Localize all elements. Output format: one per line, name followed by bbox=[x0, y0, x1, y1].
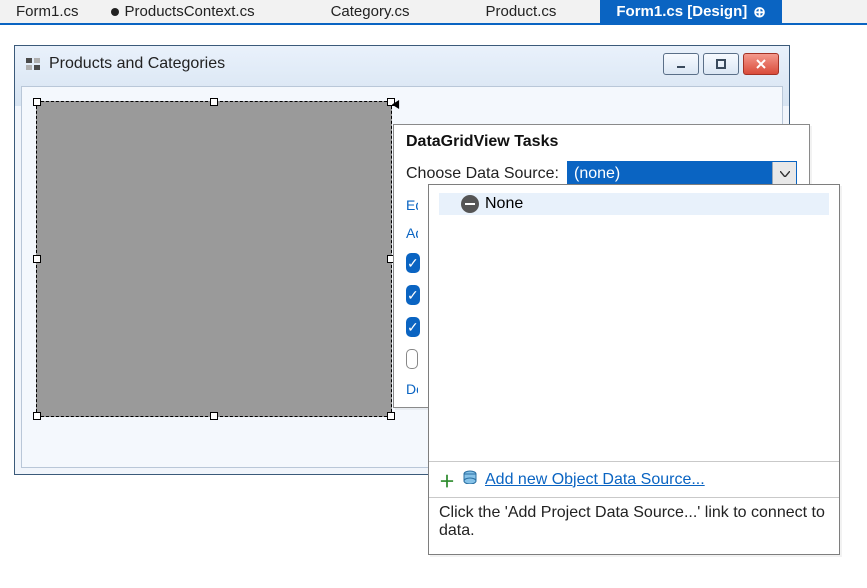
plus-icon: ＋ bbox=[439, 472, 455, 488]
enable-deleting-checkbox[interactable] bbox=[406, 317, 420, 337]
tasks-panel-header: DataGridView Tasks bbox=[394, 125, 809, 157]
tab-form1-cs[interactable]: Form1.cs bbox=[0, 0, 95, 23]
datasource-dropdown-popup: None ＋ Add new Object Data Source... Cli… bbox=[428, 184, 840, 555]
tab-category-cs[interactable]: Category.cs bbox=[315, 0, 426, 23]
none-icon bbox=[461, 195, 479, 213]
add-object-datasource-row[interactable]: ＋ Add new Object Data Source... bbox=[429, 462, 839, 497]
tab-label: Product.cs bbox=[486, 3, 557, 20]
add-column-link[interactable]: Add Column... bbox=[406, 225, 418, 241]
resize-handle-br[interactable] bbox=[387, 412, 395, 420]
pin-icon: ⊕ bbox=[753, 3, 766, 21]
resize-handle-tl[interactable] bbox=[33, 98, 41, 106]
tab-label: Category.cs bbox=[331, 3, 410, 20]
maximize-button[interactable] bbox=[703, 53, 739, 75]
resize-handle-bl[interactable] bbox=[33, 412, 41, 420]
form-title: Products and Categories bbox=[49, 55, 655, 73]
tab-product-cs[interactable]: Product.cs bbox=[470, 0, 573, 23]
datasource-none-item[interactable]: None bbox=[439, 193, 829, 215]
minimize-button[interactable] bbox=[663, 53, 699, 75]
tab-productscontext-cs[interactable]: ProductsContext.cs bbox=[95, 0, 271, 23]
datasource-hint-text: Click the 'Add Project Data Source...' l… bbox=[429, 498, 839, 554]
close-button[interactable] bbox=[743, 53, 779, 75]
datasource-none-label: None bbox=[485, 195, 523, 213]
enable-editing-checkbox[interactable] bbox=[406, 285, 420, 305]
dirty-indicator-icon bbox=[111, 8, 119, 16]
form-icon bbox=[25, 56, 41, 72]
choose-datasource-label: Choose Data Source: bbox=[406, 165, 559, 183]
editor-tab-bar: Form1.cs ProductsContext.cs Category.cs … bbox=[0, 0, 867, 25]
enable-reorder-checkbox[interactable] bbox=[406, 349, 418, 369]
datagridview-control[interactable] bbox=[36, 101, 392, 417]
enable-adding-checkbox[interactable] bbox=[406, 253, 420, 273]
resize-handle-ml[interactable] bbox=[33, 255, 41, 263]
tab-label: ProductsContext.cs bbox=[125, 3, 255, 20]
resize-handle-tm[interactable] bbox=[210, 98, 218, 106]
designer-surface[interactable]: Products and Categories bbox=[0, 25, 867, 588]
datasource-selected-value: (none) bbox=[568, 165, 772, 183]
add-object-datasource-link[interactable]: Add new Object Data Source... bbox=[485, 471, 705, 489]
tab-form1-design[interactable]: Form1.cs [Design] ⊕ bbox=[600, 0, 781, 23]
datasource-tree[interactable]: None bbox=[429, 185, 839, 461]
chevron-down-icon bbox=[772, 162, 796, 186]
tab-label: Form1.cs [Design] bbox=[616, 3, 747, 20]
resize-handle-bm[interactable] bbox=[210, 412, 218, 420]
edit-columns-link[interactable]: Edit Columns... bbox=[406, 197, 418, 213]
tab-label: Form1.cs bbox=[16, 3, 79, 20]
window-buttons bbox=[663, 53, 779, 75]
db-icon bbox=[463, 470, 477, 489]
form-titlebar: Products and Categories bbox=[15, 46, 789, 82]
dock-link[interactable]: Dock in Parent Container bbox=[406, 381, 418, 397]
